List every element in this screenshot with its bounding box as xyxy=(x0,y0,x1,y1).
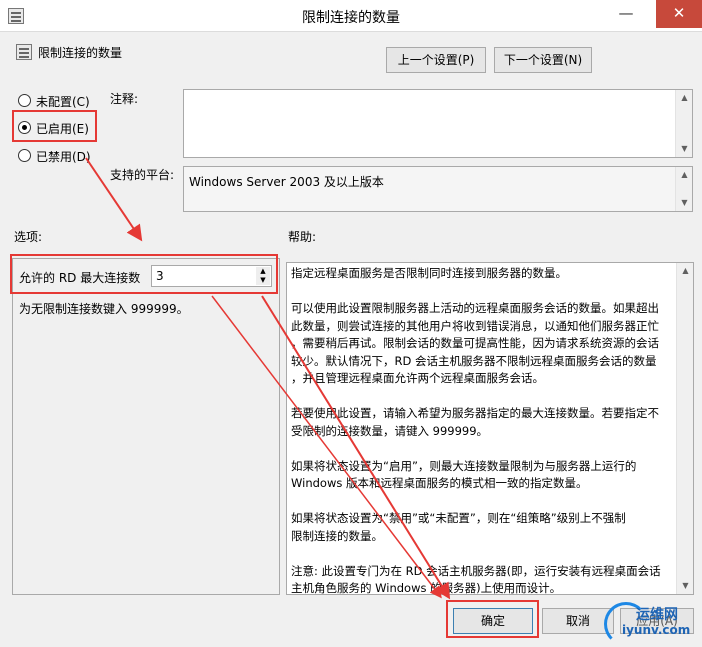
arrow-options-to-ok-thin xyxy=(211,295,442,599)
highlight-ok xyxy=(446,600,539,638)
watermark-brand: 运维网 xyxy=(636,607,678,623)
annotation-arrows xyxy=(85,157,451,600)
arrow-options-to-ok xyxy=(261,295,451,600)
watermark-url: iyunv.com xyxy=(622,623,691,637)
arrow-enabled-to-options xyxy=(85,157,143,242)
